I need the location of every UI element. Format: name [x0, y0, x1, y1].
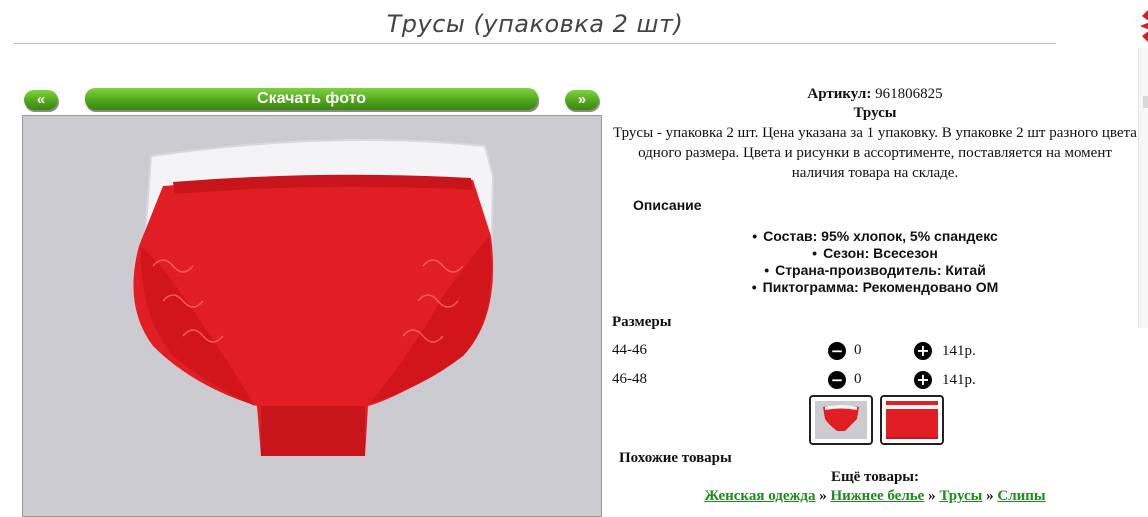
product-info: Артикул: 961806825 Трусы Трусы - упаковк…	[612, 85, 1138, 183]
similar-heading: Похожие товары	[619, 450, 732, 466]
photo-thumbnail[interactable]	[809, 395, 873, 445]
corner-decoration-icon	[1140, 10, 1148, 42]
minus-circle-icon[interactable]: −	[828, 342, 846, 360]
feature-item: Состав: 95% хлопок, 5% спандекс	[612, 228, 1138, 245]
sizes-heading: Размеры	[612, 314, 672, 330]
breadcrumb-link[interactable]: Трусы	[939, 488, 982, 504]
more-products-heading: Ещё товары:	[830, 469, 920, 485]
plus-circle-icon[interactable]: +	[914, 342, 932, 360]
breadcrumb-separator: »	[928, 488, 936, 504]
feature-item: Сезон: Всесезон	[612, 245, 1138, 262]
size-row: 46-48 − 0 + 141р.	[612, 369, 1132, 391]
breadcrumb-separator: »	[819, 488, 827, 504]
product-description: Трусы - упаковка 2 шт. Цена указана за 1…	[613, 125, 1137, 181]
download-photo-button[interactable]: Скачать фото	[85, 88, 538, 110]
product-name: Трусы	[853, 105, 897, 121]
description-heading: Описание	[633, 197, 702, 213]
size-price: 141р.	[942, 372, 976, 388]
size-name: 44-46	[612, 342, 647, 358]
article-line: Артикул: 961806825	[612, 85, 1138, 103]
breadcrumb-link[interactable]: Женская одежда	[704, 488, 815, 504]
briefs-thumbnail-icon	[815, 401, 867, 439]
breadcrumb-link[interactable]: Нижнее белье	[830, 488, 924, 504]
briefs-image-icon	[133, 138, 495, 456]
page-scrollbar[interactable]	[1138, 48, 1148, 328]
article-value: 961806825	[875, 86, 943, 102]
next-photo-button[interactable]: »	[565, 90, 599, 110]
title-divider	[14, 43, 1056, 44]
breadcrumb-link[interactable]: Слипы	[997, 488, 1045, 504]
size-row: 44-46 − 0 + 141р.	[612, 340, 1132, 362]
minus-circle-icon[interactable]: −	[828, 371, 846, 389]
size-quantity[interactable]: 0	[854, 342, 862, 359]
article-label: Артикул:	[807, 86, 872, 102]
scrollbar-thumb[interactable]	[1143, 96, 1148, 108]
product-photo[interactable]	[22, 115, 602, 517]
breadcrumb: Женская одежда » Нижнее белье » Трусы » …	[612, 488, 1138, 505]
size-quantity[interactable]: 0	[854, 371, 862, 388]
page-title: Трусы (упаковка 2 шт)	[386, 10, 684, 38]
fabric-thumbnail-icon	[886, 401, 938, 439]
plus-circle-icon[interactable]: +	[914, 371, 932, 389]
prev-photo-button[interactable]: «	[24, 90, 58, 110]
feature-item: Пиктограмма: Рекомендовано ОМ	[612, 279, 1138, 296]
size-name: 46-48	[612, 371, 647, 387]
feature-item: Страна-производитель: Китай	[612, 262, 1138, 279]
breadcrumb-separator: »	[986, 488, 994, 504]
photo-thumbnail[interactable]	[880, 395, 944, 445]
size-price: 141р.	[942, 343, 976, 359]
feature-list: Состав: 95% хлопок, 5% спандекс Сезон: В…	[612, 228, 1138, 296]
